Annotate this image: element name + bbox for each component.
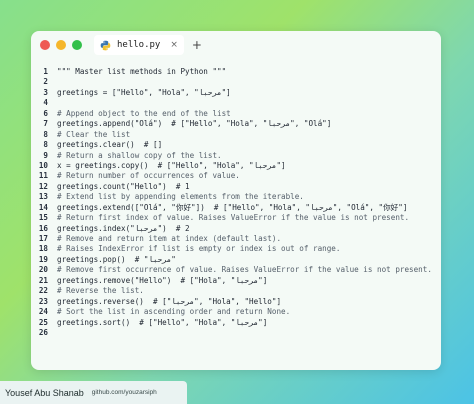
- line-number: 15: [38, 213, 48, 223]
- line-number: 16: [38, 223, 48, 233]
- code-line: 3 greetings = ["Hello", "Hola", "مرحبا"]: [31, 88, 441, 98]
- title-bar: hello.py × +: [31, 31, 441, 59]
- line-number: 7: [43, 119, 48, 129]
- code-comment: # Remove first occurrence of value. Rais…: [57, 265, 432, 275]
- line-number: 25: [38, 317, 48, 327]
- code-text: greetings.append("Olá") # ["Hello", "Hol…: [57, 119, 332, 129]
- line-number: 8: [43, 129, 48, 139]
- line-number: 9: [43, 150, 48, 160]
- code-comment: # Clear the list: [57, 129, 131, 139]
- code-text: greetings.index("مرحبا") # 2: [57, 223, 190, 233]
- line-number: 19: [38, 254, 48, 264]
- code-line: 21 greetings.remove("Hello") # ["Hola", "…: [31, 276, 441, 286]
- code-line: 8 greetings.clear() # []: [31, 140, 441, 150]
- code-line: 2: [31, 77, 441, 87]
- line-number: 11: [38, 171, 48, 181]
- code-line: 11 # Return number of occurrences of valu…: [31, 171, 441, 181]
- maximize-window-button[interactable]: [72, 40, 82, 50]
- code-line: 8 # Clear the list: [31, 130, 441, 140]
- line-number: 1: [43, 67, 48, 76]
- code-comment: # Return a shallow copy of the list.: [57, 150, 222, 160]
- line-number: 24: [38, 307, 48, 317]
- code-line: 17 # Remove and return item at index (def…: [31, 234, 441, 244]
- line-number: 26: [38, 327, 48, 337]
- minimize-window-button[interactable]: [56, 40, 66, 50]
- line-number: 23: [38, 296, 48, 306]
- code-text: x = greetings.copy() # ["Hello", "Hola",…: [57, 160, 286, 170]
- line-number: 6: [43, 108, 48, 118]
- line-number: 22: [38, 286, 48, 296]
- code-comment: # Remove and return item at index (defau…: [57, 234, 282, 243]
- code-line: 19 greetings.pop() # "مرحبا": [31, 255, 441, 265]
- code-line: 10 x = greetings.copy() # ["Hello", "Hola…: [31, 161, 441, 171]
- code-line: 7 greetings.append("Olá") # ["Hello", "Ho…: [31, 119, 441, 129]
- code-line: 24 # Sort the list in ascending order and…: [31, 307, 441, 317]
- code-text: greetings.remove("Hello") # ["Hola", "مر…: [57, 275, 268, 285]
- code-text: greetings.pop() # "مرحبا": [57, 254, 176, 264]
- code-text: greetings.reverse() # ["مرحبا", "Hola", …: [57, 296, 282, 306]
- code-comment: # Sort the list in ascending order and r…: [57, 307, 291, 317]
- code-line: 20 # Remove first occurrence of value. Ra…: [31, 265, 441, 275]
- code-line: 26: [31, 328, 441, 338]
- editor-window: hello.py × + 1 """ Master list methods in…: [31, 31, 441, 370]
- code-comment: # Return first index of value. Raises Va…: [57, 213, 410, 223]
- code-comment: # Reverse the list.: [57, 286, 144, 296]
- code-line: 6 # Append object to the end of the list: [31, 109, 441, 119]
- code-comment: # Return number of occurrences of value.: [57, 171, 240, 181]
- line-number: 13: [38, 192, 48, 202]
- line-number: 8: [43, 140, 48, 150]
- python-icon: [100, 40, 111, 50]
- line-number: 20: [38, 265, 48, 275]
- code-line: 18 # Raises IndexError if list is empty o…: [31, 244, 441, 254]
- line-number: 10: [38, 160, 48, 170]
- close-tab-icon[interactable]: ×: [170, 40, 178, 50]
- code-comment: # Append object to the end of the list: [57, 108, 231, 118]
- line-number: 12: [38, 181, 48, 191]
- line-number: 3: [43, 87, 48, 97]
- new-tab-button[interactable]: +: [192, 38, 202, 52]
- code-line: 16 greetings.index("مرحبا") # 2: [31, 224, 441, 234]
- code-comment: # Extend list by appending elements from…: [57, 192, 304, 202]
- line-number: 21: [38, 275, 48, 285]
- code-editor[interactable]: 1 """ Master list methods in Python """ 2 3…: [31, 59, 441, 338]
- code-line: 13 # Extend list by appending elements fr…: [31, 192, 441, 202]
- code-line: 15 # Return first index of value. Raises …: [31, 213, 441, 223]
- author-url: github.com/youzarsiph: [91, 389, 157, 396]
- code-line: 4: [31, 98, 441, 108]
- code-line: 12 greetings.count("Hello") # 1: [31, 182, 441, 192]
- tab-hello-py[interactable]: hello.py ×: [94, 35, 184, 55]
- line-number: 17: [38, 234, 48, 243]
- close-window-button[interactable]: [40, 40, 50, 50]
- code-line: 14 greetings.extend(["Olá", "你好"]) # ["He…: [31, 203, 441, 213]
- code-text: greetings.extend(["Olá", "你好"]) # ["Hell…: [57, 202, 408, 212]
- line-number: 14: [38, 202, 48, 212]
- code-text: """ Master list methods in Python """: [57, 67, 227, 76]
- tab-label: hello.py: [117, 40, 161, 50]
- code-text: greetings = ["Hello", "Hola", "مرحبا"]: [57, 87, 231, 97]
- code-comment: # Raises IndexError if list is empty or …: [57, 244, 341, 254]
- code-text: greetings.count("Hello") # 1: [57, 181, 190, 191]
- code-line: 22 # Reverse the list.: [31, 286, 441, 296]
- code-text: greetings.clear() # []: [57, 140, 163, 150]
- code-text: greetings.sort() # ["Hello", "Hola", "مر…: [57, 317, 268, 327]
- line-number: 18: [38, 244, 48, 254]
- line-number: 2: [43, 77, 48, 87]
- code-line: 1 """ Master list methods in Python """: [31, 67, 441, 77]
- author-name: Yousef Abu Shanab: [5, 387, 84, 398]
- code-line: 23 greetings.reverse() # ["مرحبا", "Hola"…: [31, 297, 441, 307]
- footer-credit: Yousef Abu Shanab github.com/youzarsiph: [0, 381, 187, 404]
- code-line: 9 # Return a shallow copy of the list.: [31, 151, 441, 161]
- line-number: 4: [43, 98, 48, 108]
- code-line: 25 greetings.sort() # ["Hello", "Hola", "…: [31, 318, 441, 328]
